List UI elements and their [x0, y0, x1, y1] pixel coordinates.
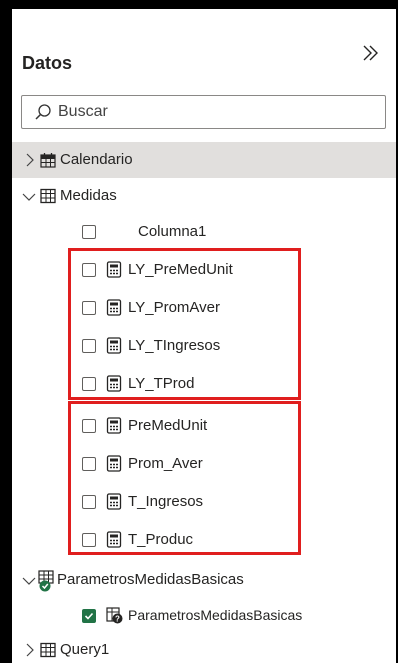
calendar-table-icon [40, 152, 56, 173]
calculator-measure-icon [106, 493, 122, 515]
field-label-columna1: Columna1 [138, 223, 207, 240]
measure-label: Prom_Aver [128, 455, 203, 472]
field-row-parametros[interactable]: ? ParametrosMedidasBasicas [12, 598, 396, 634]
table-icon [40, 642, 56, 663]
chevron-down-icon[interactable] [22, 190, 36, 208]
table-label-parametros: ParametrosMedidasBasicas [57, 571, 244, 588]
field-checkbox[interactable] [82, 377, 96, 391]
chevron-right-icon[interactable] [24, 153, 36, 172]
measure-row-t-produc[interactable]: T_Produc [12, 522, 396, 558]
measure-label: LY_PromAver [128, 299, 220, 316]
measure-row-premedunit[interactable]: PreMedUnit [12, 408, 396, 444]
calculator-measure-icon [106, 417, 122, 439]
parameter-field-icon: ? [106, 607, 123, 629]
measure-row-t-ingresos[interactable]: T_Ingresos [12, 484, 396, 520]
table-row-query1[interactable]: Query1 [12, 632, 396, 663]
search-input[interactable] [58, 101, 358, 123]
measure-label: LY_PreMedUnit [128, 261, 233, 278]
table-label-medidas: Medidas [60, 187, 117, 204]
measure-row-ly-promaver[interactable]: LY_PromAver [12, 290, 396, 326]
measure-label: LY_TProd [128, 375, 195, 392]
pane-header: Datos [12, 9, 396, 75]
field-checkbox[interactable] [82, 533, 96, 547]
field-checkbox[interactable] [82, 419, 96, 433]
measure-row-ly-tprod[interactable]: LY_TProd [12, 366, 396, 402]
field-checkbox[interactable] [82, 457, 96, 471]
table-label-calendario: Calendario [60, 151, 133, 168]
collapse-pane-icon[interactable] [356, 38, 386, 68]
search-box[interactable] [21, 95, 386, 129]
measure-row-ly-premedunit[interactable]: LY_PreMedUnit [12, 252, 396, 288]
parameter-table-icon [38, 570, 56, 597]
measure-label: LY_TIngresos [128, 337, 221, 354]
measure-label: T_Ingresos [128, 493, 204, 510]
calculator-measure-icon [106, 337, 122, 359]
calculator-measure-icon [106, 455, 122, 477]
table-icon [40, 188, 56, 209]
field-checkbox[interactable] [82, 301, 96, 315]
chevron-down-icon[interactable] [22, 574, 36, 592]
svg-text:?: ? [115, 614, 120, 623]
calculator-measure-icon [106, 261, 122, 283]
search-icon [34, 103, 52, 126]
field-checkbox-checked[interactable] [82, 609, 96, 623]
checkmark-icon [84, 612, 94, 620]
calculator-measure-icon [106, 375, 122, 397]
field-checkbox[interactable] [82, 263, 96, 277]
measure-row-ly-tingresos[interactable]: LY_TIngresos [12, 328, 396, 364]
measure-label: T_Produc [128, 531, 194, 548]
field-checkbox[interactable] [82, 225, 96, 239]
field-row-columna1[interactable]: Columna1 [12, 214, 396, 250]
calculator-measure-icon [106, 299, 122, 321]
table-row-calendario[interactable]: Calendario [12, 142, 396, 178]
table-label-query1: Query1 [60, 641, 110, 658]
field-checkbox[interactable] [82, 495, 96, 509]
measure-row-prom-aver[interactable]: Prom_Aver [12, 446, 396, 482]
table-row-parametros[interactable]: ParametrosMedidasBasicas [12, 562, 396, 598]
chevron-right-icon[interactable] [24, 643, 36, 662]
data-pane: Datos Calendario Medidas Columna1 [12, 9, 396, 663]
measure-label: PreMedUnit [128, 417, 208, 434]
field-label-parametros: ParametrosMedidasBasicas [128, 607, 303, 623]
pane-title: Datos [22, 53, 73, 73]
field-checkbox[interactable] [82, 339, 96, 353]
calculator-measure-icon [106, 531, 122, 553]
table-row-medidas[interactable]: Medidas [12, 178, 396, 214]
